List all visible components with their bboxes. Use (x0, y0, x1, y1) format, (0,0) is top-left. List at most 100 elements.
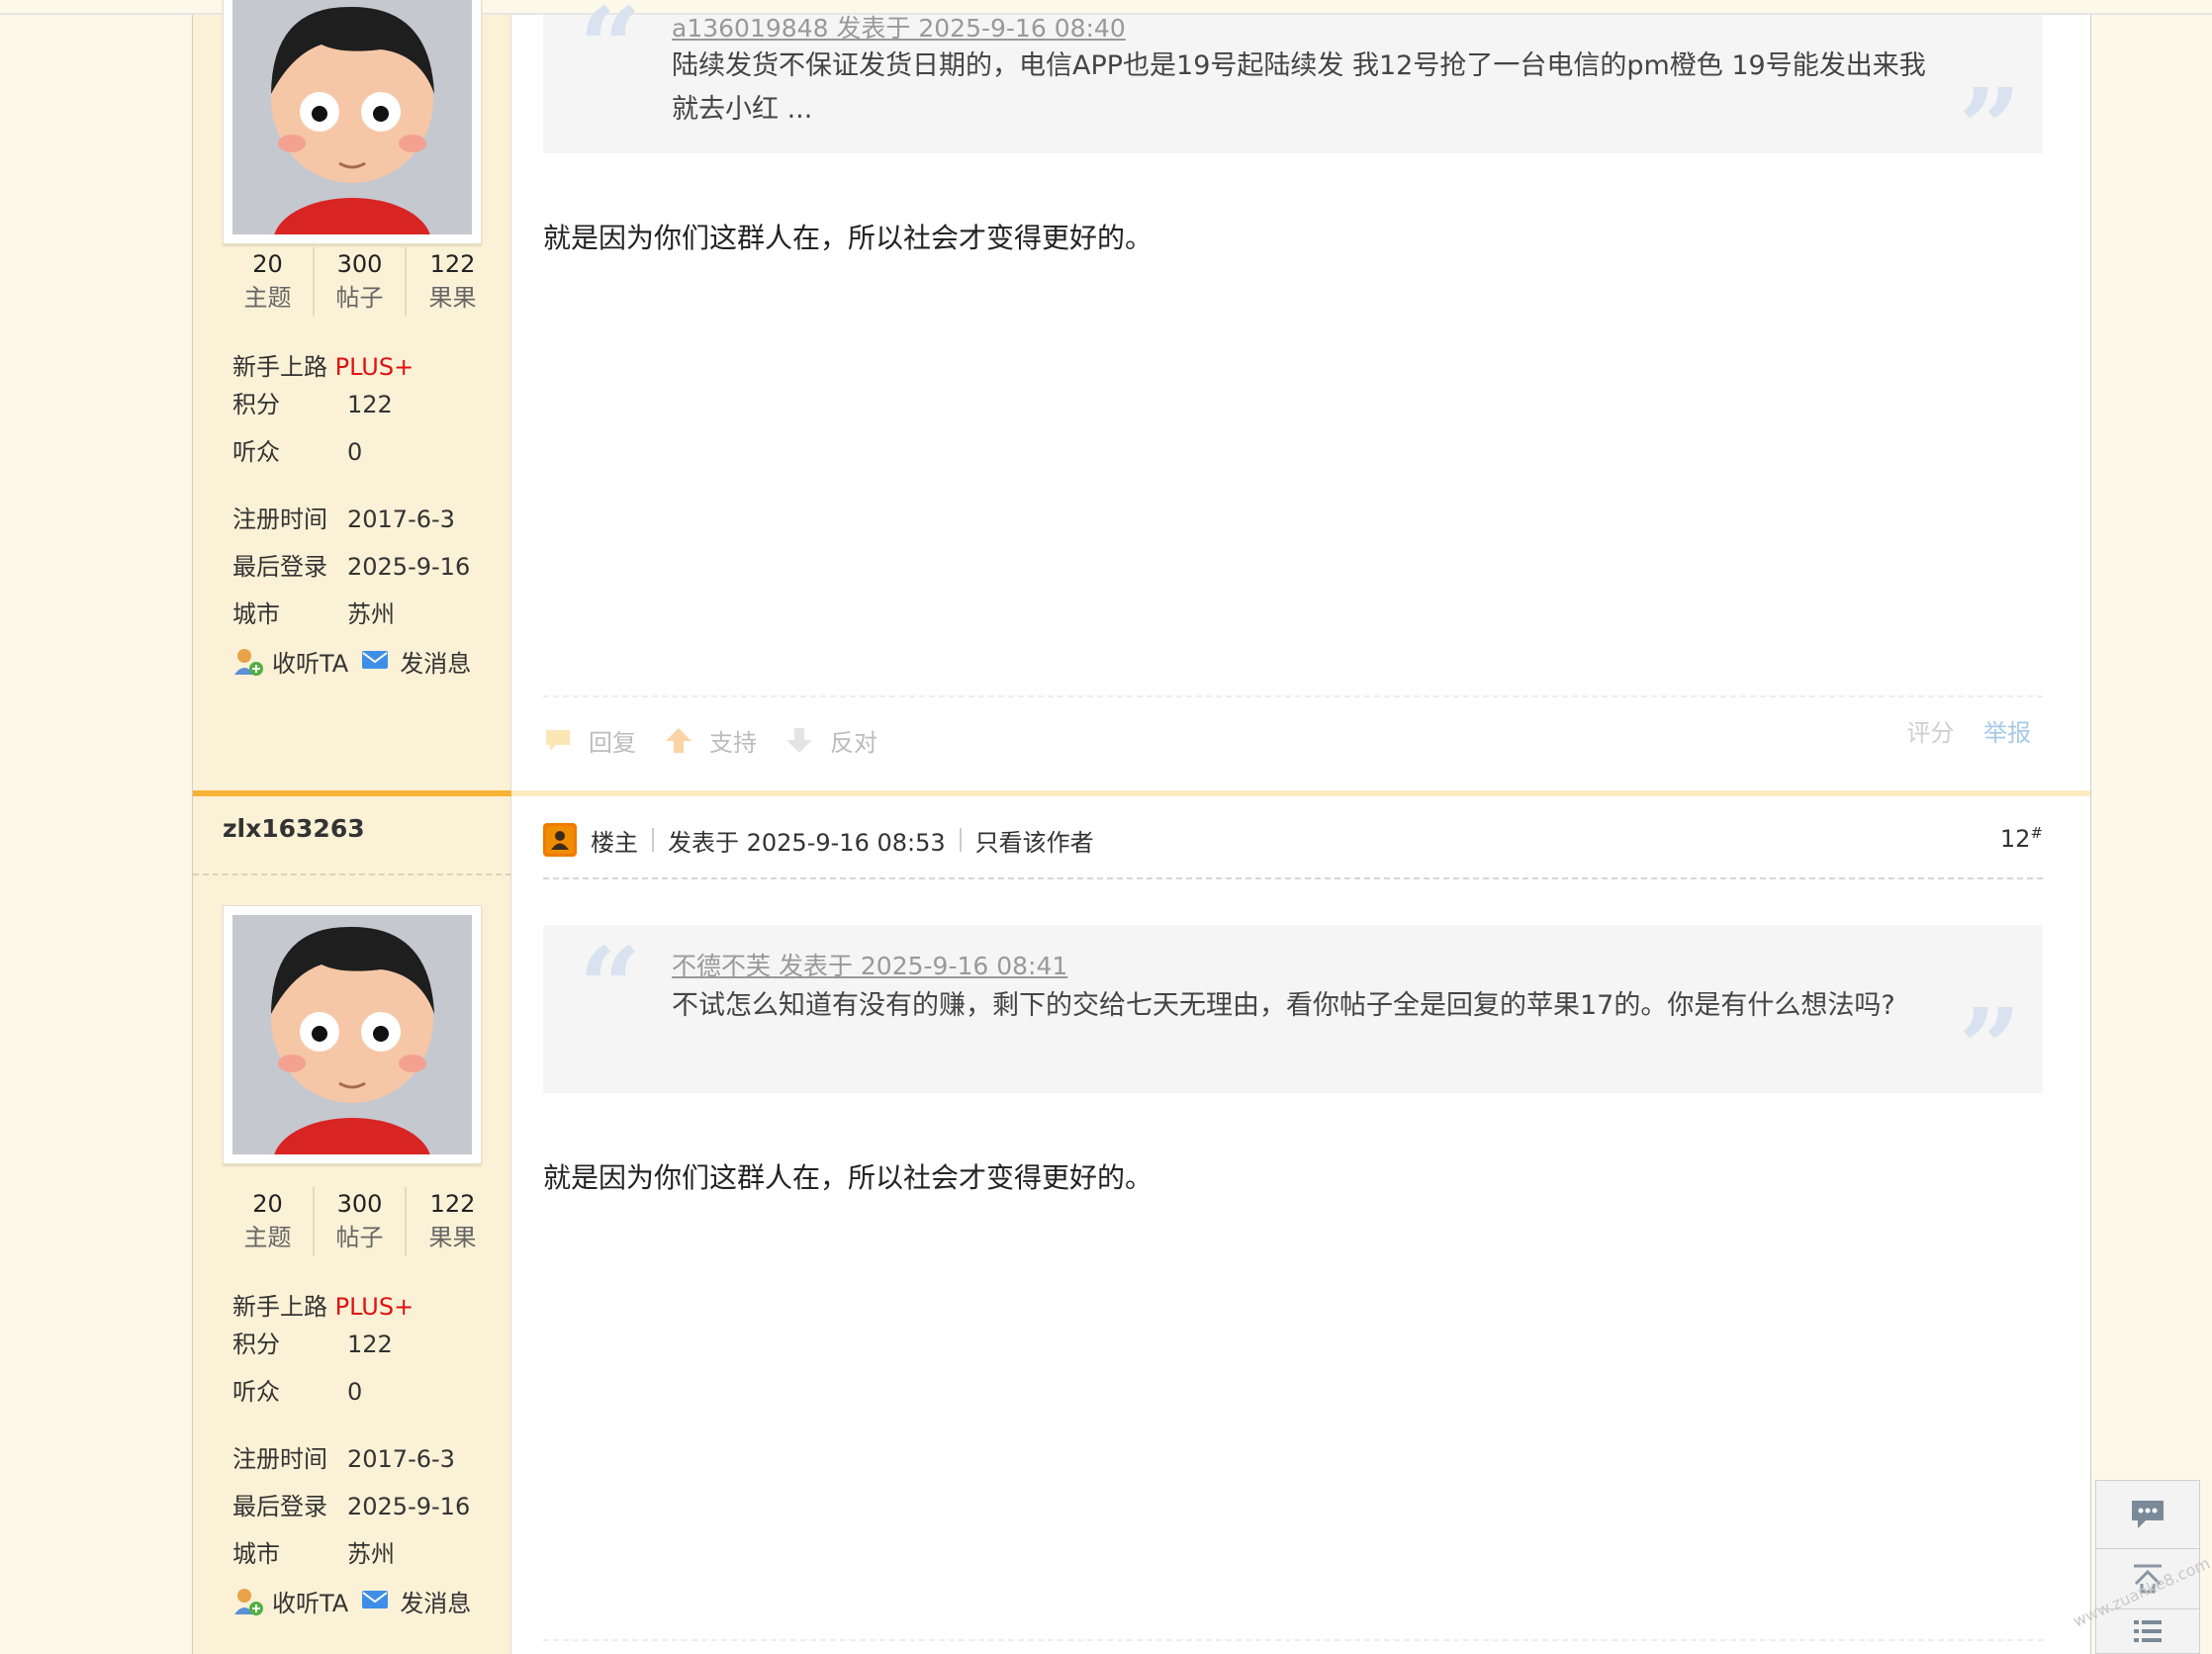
info-value: 122 (347, 391, 393, 418)
send-message-button[interactable]: 发消息 (400, 644, 471, 679)
author-info-a: 积分 122 听众 0 (232, 381, 500, 476)
info-row-points: 积分 122 (232, 1321, 500, 1368)
post-header: 楼主 发表于 2025-9-16 08:53 只看该作者 12# (543, 814, 2043, 866)
info-row-points: 积分 122 (232, 381, 500, 428)
stat-label: 帖子 (335, 284, 384, 312)
floor-value: 12 (1999, 825, 2031, 853)
info-value: 122 (347, 1331, 393, 1358)
user-group[interactable]: 新手上路 PLUS+ (232, 347, 414, 382)
user-group-tag: PLUS+ (334, 1293, 415, 1321)
info-value: 2017-6-3 (347, 505, 455, 533)
header-divider (543, 877, 2043, 879)
follow-user-icon (232, 1587, 266, 1616)
stat-threads[interactable]: 20 主题 (223, 247, 315, 317)
avatar-image (232, 0, 472, 234)
rate-button[interactable]: 评分 (1906, 719, 1954, 747)
stat-value: 300 (336, 1190, 383, 1218)
info-value: 苏州 (347, 1540, 395, 1568)
stat-value: 122 (429, 1190, 476, 1218)
quick-reply-button[interactable] (2095, 1480, 2200, 1549)
stat-label: 主题 (243, 284, 292, 312)
only-author-link[interactable]: 只看该作者 (975, 823, 1094, 858)
author-info-b: 注册时间 2017-6-3 最后登录 2025-9-16 城市 苏州 (232, 1435, 500, 1578)
avatar[interactable] (223, 0, 482, 244)
author-name-link[interactable]: zlx163263 (223, 814, 365, 843)
avatar[interactable] (223, 905, 482, 1164)
info-row-followers: 听众 0 (232, 1368, 500, 1416)
info-key: 城市 (232, 1540, 280, 1568)
info-row-city: 城市 苏州 (232, 1530, 500, 1578)
stat-threads[interactable]: 20 主题 (223, 1187, 315, 1256)
stat-value: 122 (429, 250, 476, 278)
info-key: 注册时间 (232, 505, 327, 533)
info-key: 积分 (232, 391, 280, 418)
info-value: 0 (347, 1378, 363, 1406)
stat-value: 300 (336, 250, 383, 278)
follow-button[interactable]: 收听TA (272, 644, 348, 679)
message-icon (360, 647, 394, 677)
post-previous: 20 主题 300 帖子 122 果果 新手上路 PLUS+ 积分 122 听众 0 注册… (193, 0, 2090, 790)
info-row-registered: 注册时间 2017-6-3 (232, 1435, 500, 1483)
header-separator (959, 828, 962, 852)
quote-close-icon: ” (1958, 984, 2021, 1112)
post-main: “ a136019848 发表于 2025-9-16 08:40 陆续发货不保证… (513, 0, 2090, 790)
header-separator (652, 828, 654, 852)
stat-coins[interactable]: 122 果果 (407, 1187, 499, 1256)
post-content: 就是因为你们这群人在，所以社会才变得更好的。 (543, 222, 1153, 254)
info-key: 注册时间 (232, 1445, 327, 1473)
reply-icon[interactable] (543, 726, 573, 756)
info-row-last-login: 最后登录 2025-9-16 (232, 1483, 500, 1530)
stat-label: 帖子 (335, 1224, 384, 1251)
info-row-registered: 注册时间 2017-6-3 (232, 496, 500, 543)
list-icon (2134, 1620, 2162, 1642)
message-icon (360, 1587, 394, 1616)
post-timestamp: 发表于 2025-9-16 08:53 (668, 828, 946, 857)
avatar-image (232, 915, 472, 1154)
info-key: 最后登录 (232, 1493, 327, 1520)
info-row-last-login: 最后登录 2025-9-16 (232, 543, 500, 591)
author-stats: 20 主题 300 帖子 122 果果 (223, 1187, 500, 1256)
footer-divider (543, 1639, 2043, 1641)
send-message-button[interactable]: 发消息 (400, 1584, 471, 1618)
author-sidebar: zlx163263 20 主题 300 帖子 122 果果 新手上路 PLUS+… (193, 796, 511, 1654)
quote-close-icon: ” (1958, 64, 2021, 192)
author-stats: 20 主题 300 帖子 122 果果 (223, 247, 500, 317)
thread-owner-label: 楼主 (591, 828, 638, 857)
support-button[interactable]: 支持 (709, 723, 757, 758)
info-row-city: 城市 苏州 (232, 591, 500, 638)
follow-button[interactable]: 收听TA (272, 1584, 348, 1618)
reply-button[interactable]: 回复 (589, 723, 636, 758)
info-value: 2025-9-16 (347, 1493, 471, 1520)
report-button[interactable]: 举报 (1983, 719, 2031, 747)
info-key: 听众 (232, 1378, 280, 1406)
info-key: 听众 (232, 438, 280, 466)
floor-number[interactable]: 12# (2000, 824, 2043, 853)
user-group[interactable]: 新手上路 PLUS+ (232, 1287, 414, 1322)
info-value: 2025-9-16 (347, 553, 471, 581)
support-icon[interactable] (664, 726, 693, 756)
stat-value: 20 (252, 1190, 283, 1218)
stat-coins[interactable]: 122 果果 (407, 247, 499, 317)
quote-block: “ 不德不芙 发表于 2025-9-16 08:41 不试怎么知道有没有的赚，剩… (543, 925, 2043, 1103)
author-sidebar: 20 主题 300 帖子 122 果果 新手上路 PLUS+ 积分 122 听众 0 注册… (193, 0, 511, 790)
quote-author-link[interactable]: a136019848 发表于 2025-9-16 08:40 (672, 9, 1126, 45)
thread-container: 20 主题 300 帖子 122 果果 新手上路 PLUS+ 积分 122 听众 0 注册… (192, 0, 2091, 1654)
quote-block: “ a136019848 发表于 2025-9-16 08:40 陆续发货不保证… (543, 0, 2043, 183)
quote-author-link[interactable]: 不德不芙 发表于 2025-9-16 08:41 (672, 947, 1067, 982)
stat-posts[interactable]: 300 帖子 (315, 247, 407, 317)
floor-mark: # (2030, 824, 2043, 842)
user-group-tag: PLUS+ (334, 353, 415, 381)
author-info-b: 注册时间 2017-6-3 最后登录 2025-9-16 城市 苏州 (232, 496, 500, 638)
info-value: 0 (347, 438, 363, 466)
stat-label: 果果 (428, 1224, 477, 1251)
author-actions: 收听TA 发消息 (232, 644, 483, 679)
stat-posts[interactable]: 300 帖子 (315, 1187, 407, 1256)
info-key: 最后登录 (232, 553, 327, 581)
info-value: 2017-6-3 (347, 1445, 455, 1473)
oppose-icon[interactable] (784, 726, 814, 756)
comment-icon (2132, 1501, 2164, 1528)
user-group-name: 新手上路 (232, 1293, 327, 1321)
oppose-button[interactable]: 反对 (830, 723, 877, 758)
quote-text: 不试怎么知道有没有的赚，剩下的交给七天无理由，看你帖子全是回复的苹果17的。你是… (672, 990, 1895, 1021)
quote-open-icon: “ (579, 0, 642, 111)
